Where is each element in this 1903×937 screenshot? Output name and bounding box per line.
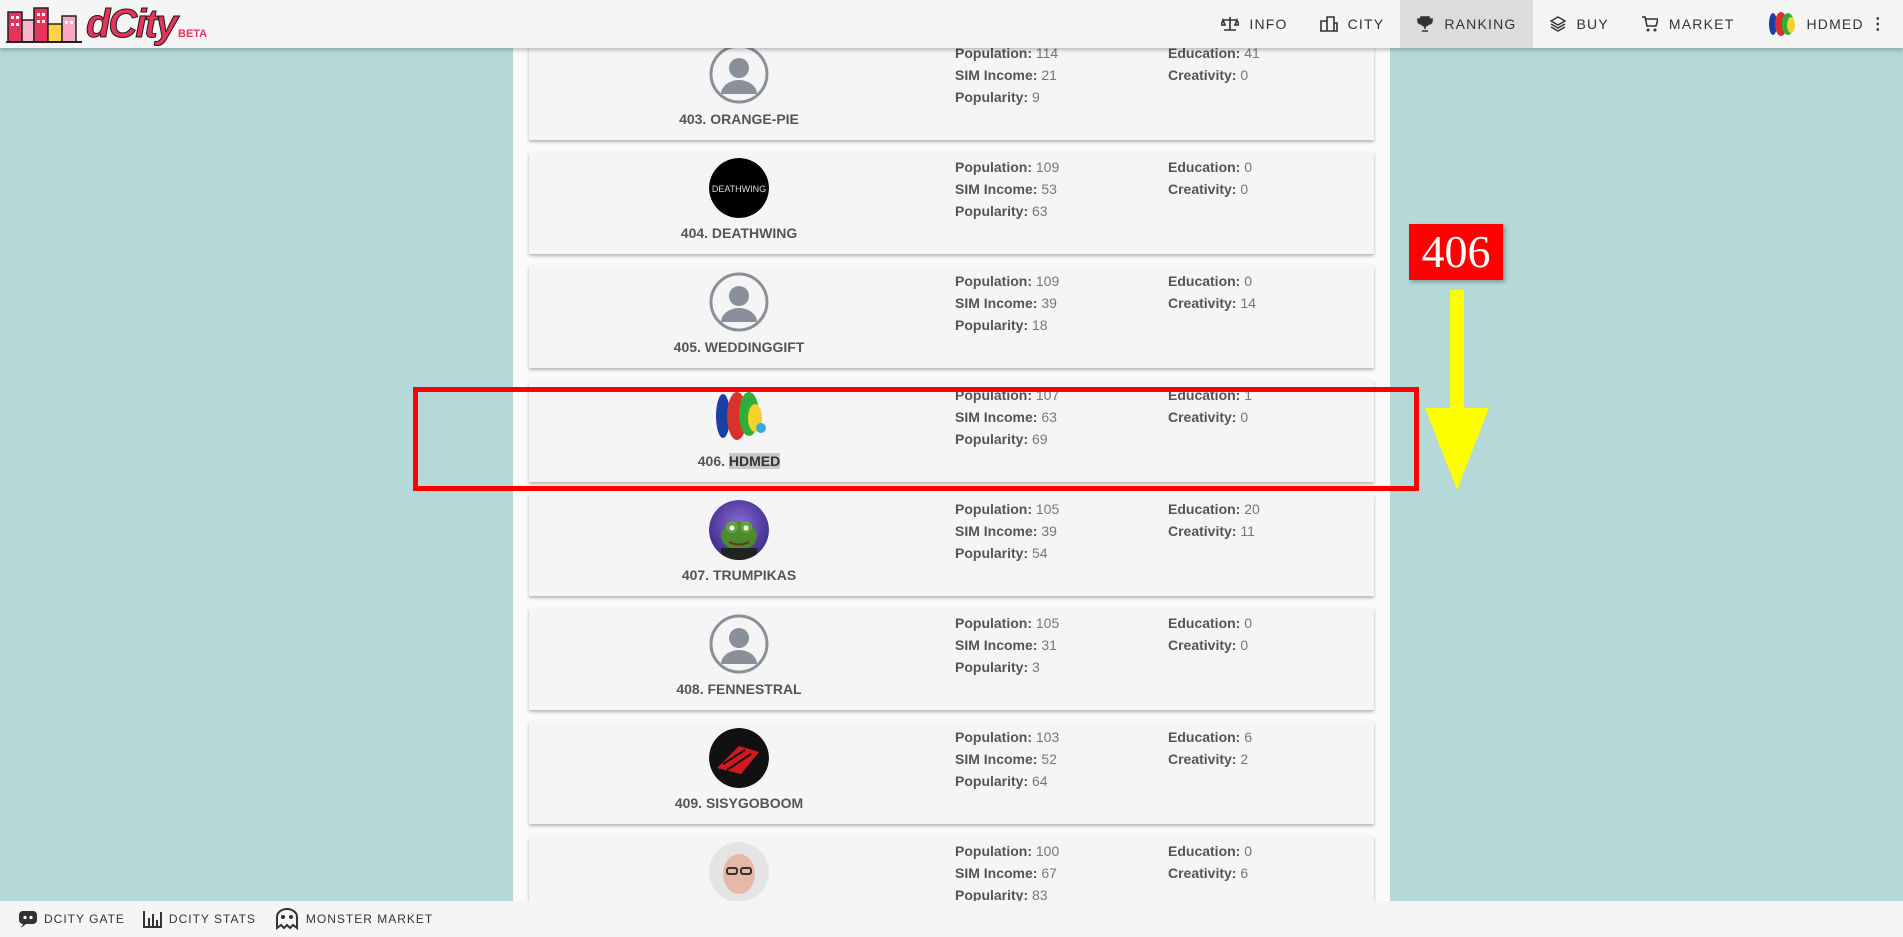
stats-right: Education: 6 Creativity: 2 (1168, 729, 1253, 767)
nav-buy-label: BUY (1576, 16, 1609, 32)
nav-city-label: CITY (1347, 16, 1385, 32)
stats-right: Education: 0 Creativity: 0 (1168, 159, 1253, 197)
city-buildings-icon (6, 7, 82, 43)
arrow-down-icon (1425, 290, 1489, 490)
main-nav: INFO CITY RANKING BUY MARKET HDMED ⋮ (1205, 0, 1903, 48)
top-navbar: dCity BETA INFO CITY RANKING BUY MARKET … (0, 0, 1903, 48)
city-icon (1319, 15, 1338, 33)
dcity-logo[interactable]: dCity BETA (6, 0, 207, 48)
user-label[interactable]: 408. FENNESTRAL (676, 681, 801, 697)
stats-right: Education: 0 Creativity: 14 (1168, 273, 1256, 311)
footer-monster-market[interactable]: MONSTER MARKET (274, 908, 433, 930)
stats-left: Population: 109 SIM Income: 53 Popularit… (955, 159, 1060, 219)
footer-dcity-stats[interactable]: DCITY STATS (142, 910, 256, 928)
default-avatar-icon (709, 48, 769, 104)
nav-info[interactable]: INFO (1205, 0, 1303, 48)
stats-right: Education: 0 Creativity: 0 (1168, 615, 1253, 653)
svg-text:DEATHWING: DEATHWING (712, 184, 766, 194)
stats-left: Population: 109 SIM Income: 39 Popularit… (955, 273, 1060, 333)
stats-right: Education: 20 Creativity: 11 (1168, 501, 1260, 539)
discord-icon (19, 911, 37, 928)
ranking-card[interactable]: 405. WEDDINGGIFT Population: 109 SIM Inc… (529, 266, 1374, 368)
ranking-card[interactable]: 407. TRUMPIKAS Population: 105 SIM Incom… (529, 494, 1374, 596)
photo-avatar (709, 842, 769, 901)
nav-city[interactable]: CITY (1304, 0, 1401, 48)
ranking-card[interactable]: DEATHWING 404. DEATHWING Population: 109… (529, 152, 1374, 254)
user-label[interactable]: 409. SISYGOBOOM (675, 795, 803, 811)
user-label[interactable]: 405. WEDDINGGIFT (674, 339, 805, 355)
default-avatar-icon (709, 614, 769, 674)
stats-right: Education: 41 Creativity: 0 (1168, 48, 1260, 83)
nav-info-label: INFO (1249, 16, 1288, 32)
stats-left: Population: 114 SIM Income: 21 Popularit… (955, 48, 1059, 105)
nav-ranking-label: RANKING (1444, 16, 1517, 32)
footer-dcity-gate-label: DCITY GATE (44, 912, 125, 926)
nav-ranking[interactable]: RANKING (1400, 0, 1533, 48)
frog-avatar (709, 500, 769, 560)
cart-icon (1641, 15, 1659, 33)
ranking-card[interactable]: 409. SISYGOBOOM Population: 103 SIM Inco… (529, 722, 1374, 824)
nav-market[interactable]: MARKET (1625, 0, 1751, 48)
footer-dcity-stats-label: DCITY STATS (168, 912, 256, 926)
layers-icon (1549, 15, 1567, 33)
more-vert-icon[interactable]: ⋮ (1870, 14, 1887, 34)
footer-bar: DCITY GATE DCITY STATS MONSTER MARKET (0, 901, 1903, 937)
logo-text: dCity (86, 1, 179, 46)
ranking-card[interactable]: 408. FENNESTRAL Population: 105 SIM Inco… (529, 608, 1374, 710)
nav-market-label: MARKET (1668, 16, 1735, 32)
nav-user-label: HDMED (1806, 16, 1864, 32)
monster-icon (275, 908, 298, 930)
stats-left: Population: 103 SIM Income: 52 Popularit… (955, 729, 1060, 789)
default-avatar-icon (709, 272, 769, 332)
user-label[interactable]: 407. TRUMPIKAS (682, 567, 796, 583)
rank-number-badge: 406 (1409, 224, 1503, 280)
user-label[interactable]: 404. DEATHWING (681, 225, 797, 241)
bar-chart-icon (142, 911, 162, 928)
stats-left: Population: 105 SIM Income: 39 Popularit… (955, 501, 1060, 561)
user-avatar-icon (1766, 9, 1796, 39)
user-label[interactable]: 403. ORANGE-PIE (679, 111, 799, 127)
stats-left: Population: 105 SIM Income: 31 Popularit… (955, 615, 1060, 675)
highlight-box (413, 387, 1419, 491)
nav-user-menu[interactable]: HDMED ⋮ (1750, 0, 1903, 48)
scale-icon (1221, 15, 1240, 33)
stats-right: Education: 0 Creativity: 6 (1168, 843, 1253, 881)
trophy-icon (1416, 15, 1434, 33)
ranking-card[interactable]: 403. ORANGE-PIE Population: 114 SIM Inco… (529, 48, 1374, 140)
nav-buy[interactable]: BUY (1533, 0, 1625, 48)
footer-dcity-gate[interactable]: DCITY GATE (18, 910, 125, 928)
beta-badge: BETA (178, 28, 208, 40)
deathwing-avatar: DEATHWING (709, 158, 769, 218)
stats-left: Population: 100 SIM Income: 67 Popularit… (955, 843, 1060, 901)
footer-monster-market-label: MONSTER MARKET (305, 912, 434, 926)
red-avatar (709, 728, 769, 788)
ranking-card[interactable]: Population: 100 SIM Income: 67 Popularit… (529, 836, 1374, 901)
